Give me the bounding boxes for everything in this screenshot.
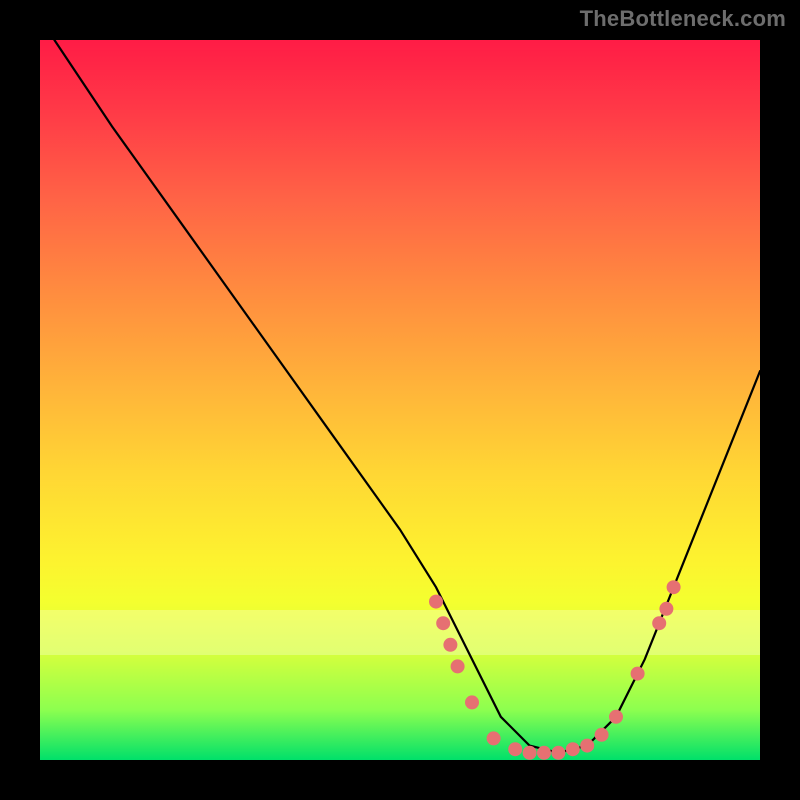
data-point: [595, 728, 609, 742]
data-point: [523, 746, 537, 760]
bottleneck-curve: [54, 40, 760, 753]
data-point: [443, 638, 457, 652]
data-point: [487, 731, 501, 745]
data-point: [537, 746, 551, 760]
watermark-text: TheBottleneck.com: [580, 6, 786, 32]
data-point: [631, 667, 645, 681]
data-points-group: [429, 580, 681, 760]
data-point: [667, 580, 681, 594]
data-point: [465, 695, 479, 709]
data-point: [609, 710, 623, 724]
data-point: [551, 746, 565, 760]
data-point: [436, 616, 450, 630]
data-point: [429, 595, 443, 609]
curve-layer: [40, 40, 760, 760]
chart-frame: TheBottleneck.com: [0, 0, 800, 800]
data-point: [508, 742, 522, 756]
data-point: [451, 659, 465, 673]
data-point: [580, 739, 594, 753]
data-point: [659, 602, 673, 616]
data-point: [566, 742, 580, 756]
data-point: [652, 616, 666, 630]
